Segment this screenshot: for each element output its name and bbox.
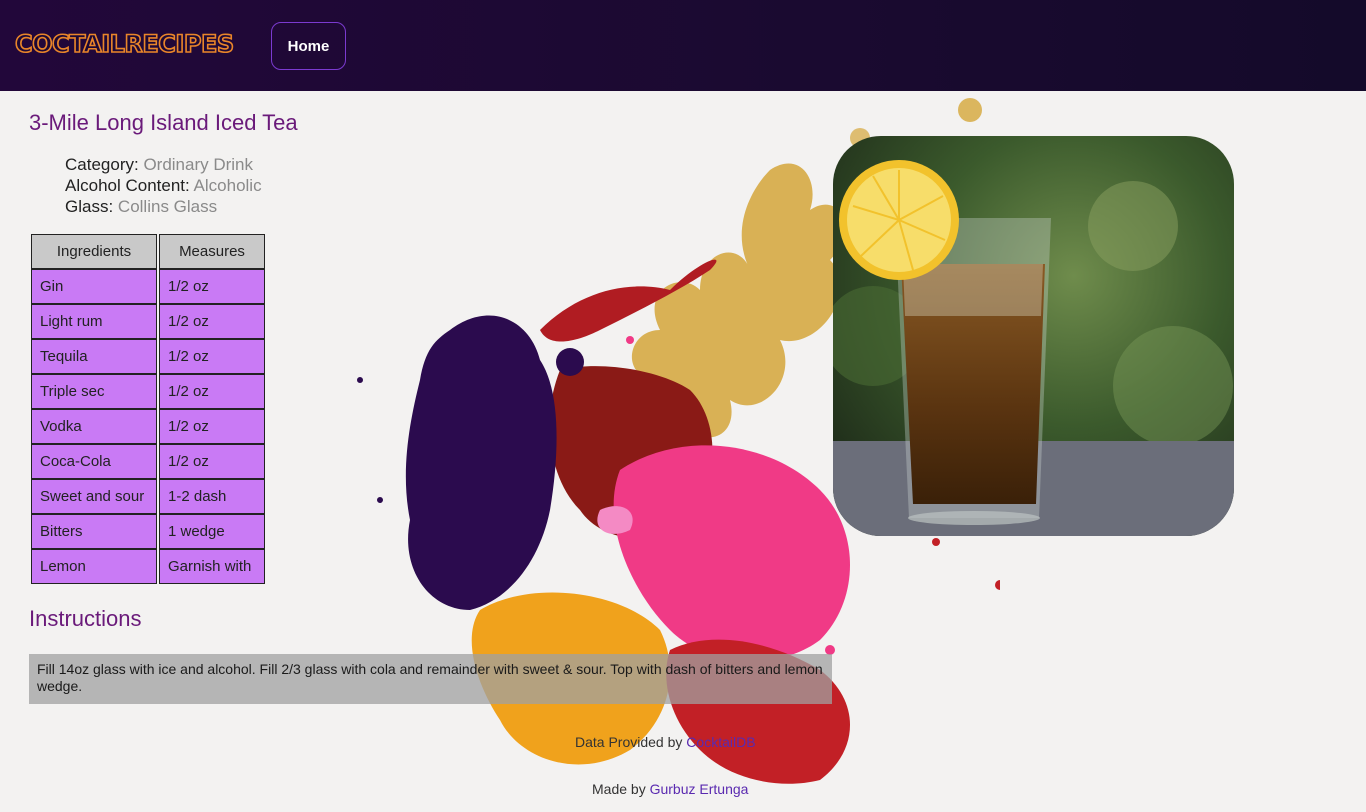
measure-cell: 1-2 dash: [159, 479, 265, 514]
table-row: Coca-Cola 1/2 oz: [31, 444, 265, 479]
glass-value: Collins Glass: [117, 197, 218, 216]
measures-header: Measures: [159, 234, 265, 269]
alcohol-value: Alcoholic: [193, 176, 262, 195]
category-row: Category: Ordinary Drink: [65, 154, 262, 175]
table-row: Gin 1/2 oz: [31, 269, 265, 304]
table-row: Sweet and sour 1-2 dash: [31, 479, 265, 514]
table-row: Lemon Garnish with: [31, 549, 265, 584]
table-row: Light rum 1/2 oz: [31, 304, 265, 339]
alcohol-row: Alcohol Content: Alcoholic: [65, 175, 262, 196]
category-label: Category:: [65, 155, 139, 174]
drink-meta: Category: Ordinary Drink Alcohol Content…: [65, 154, 262, 217]
author-credit: Made by Gurbuz Ertunga: [592, 781, 748, 797]
drink-photo: [833, 136, 1234, 536]
ingredient-cell: Lemon: [31, 549, 157, 584]
measure-cell: 1/2 oz: [159, 444, 265, 479]
glass-row: Glass: Collins Glass: [65, 196, 262, 217]
glass-label: Glass:: [65, 197, 114, 216]
table-row: Tequila 1/2 oz: [31, 339, 265, 374]
cocktaildb-link[interactable]: CocktailDB: [686, 734, 755, 750]
ingredients-table: Ingredients Measures Gin 1/2 oz Light ru…: [29, 234, 267, 584]
site-logo[interactable]: COCTAILRECIPES: [14, 29, 235, 59]
table-row: Triple sec 1/2 oz: [31, 374, 265, 409]
drink-title: 3-Mile Long Island Iced Tea: [29, 110, 298, 135]
ingredient-cell: Light rum: [31, 304, 157, 339]
measure-cell: 1 wedge: [159, 514, 265, 549]
ingredient-cell: Gin: [31, 269, 157, 304]
home-button[interactable]: Home: [271, 22, 346, 70]
ingredients-header: Ingredients: [31, 234, 157, 269]
category-value: Ordinary Drink: [143, 155, 254, 174]
ingredient-cell: Tequila: [31, 339, 157, 374]
table-row: Vodka 1/2 oz: [31, 409, 265, 444]
instructions-text: Fill 14oz glass with ice and alcohol. Fi…: [29, 654, 832, 704]
ingredient-cell: Sweet and sour: [31, 479, 157, 514]
alcohol-label: Alcohol Content:: [65, 176, 190, 195]
instructions-title: Instructions: [29, 606, 142, 631]
measure-cell: 1/2 oz: [159, 339, 265, 374]
measure-cell: 1/2 oz: [159, 409, 265, 444]
ingredient-cell: Vodka: [31, 409, 157, 444]
author-link[interactable]: Gurbuz Ertunga: [650, 781, 749, 797]
ingredient-cell: Coca-Cola: [31, 444, 157, 479]
navbar: COCTAILRECIPES Home: [0, 0, 1366, 91]
table-header-row: Ingredients Measures: [31, 234, 265, 269]
data-credit-prefix: Data Provided by: [575, 734, 683, 750]
measure-cell: Garnish with: [159, 549, 265, 584]
author-credit-prefix: Made by: [592, 781, 646, 797]
ingredient-cell: Triple sec: [31, 374, 157, 409]
table-row: Bitters 1 wedge: [31, 514, 265, 549]
ingredient-cell: Bitters: [31, 514, 157, 549]
measure-cell: 1/2 oz: [159, 304, 265, 339]
measure-cell: 1/2 oz: [159, 374, 265, 409]
data-credit: Data Provided by CocktailDB: [575, 734, 756, 750]
measure-cell: 1/2 oz: [159, 269, 265, 304]
